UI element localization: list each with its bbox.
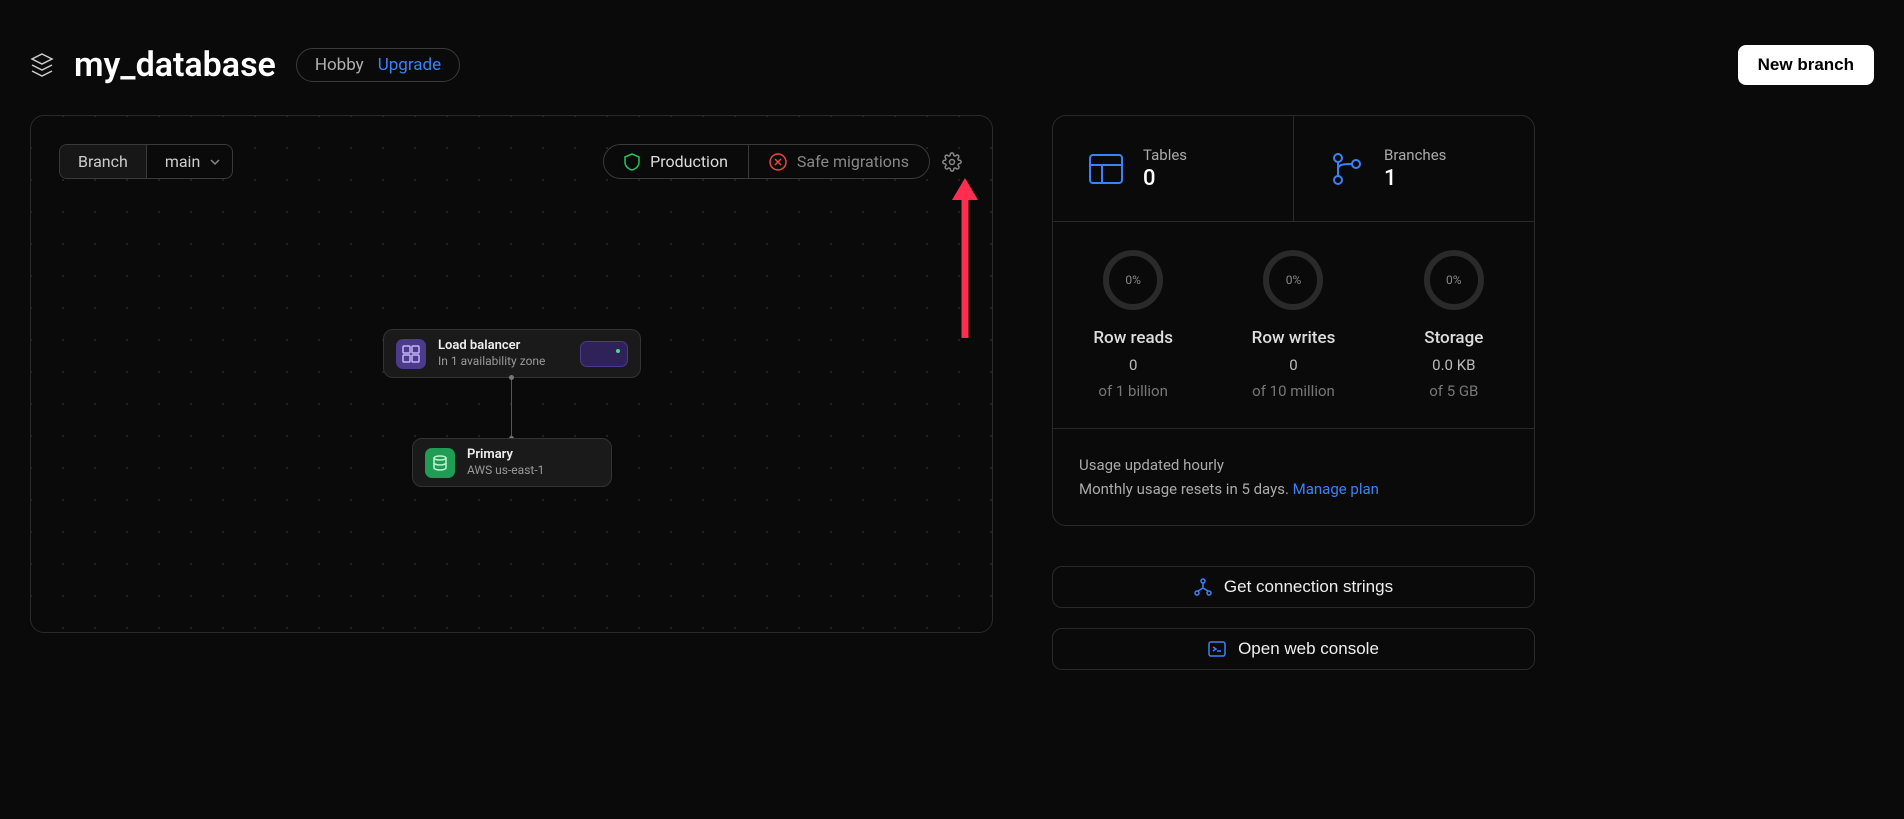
load-balancer-node[interactable]: Load balancer In 1 availability zone	[383, 329, 641, 378]
shield-icon	[624, 153, 640, 171]
lb-subtitle: In 1 availability zone	[438, 354, 545, 369]
plan-pill: Hobby Upgrade	[296, 48, 460, 82]
row-reads-value: 0	[1129, 356, 1137, 374]
tables-icon	[1087, 150, 1125, 188]
lb-text: Load balancer In 1 availability zone	[438, 338, 545, 369]
gear-icon	[942, 152, 962, 172]
manage-plan-link[interactable]: Manage plan	[1293, 480, 1379, 498]
usage-note: Usage updated hourly Monthly usage reset…	[1053, 429, 1534, 525]
row-reads-label: Row reads	[1093, 328, 1173, 348]
row-writes-label: Row writes	[1252, 328, 1336, 348]
row-writes-limit: of 10 million	[1252, 382, 1335, 400]
stats-card: Tables 0 Branches 1 0%	[1052, 115, 1535, 526]
tables-stat[interactable]: Tables 0	[1053, 116, 1293, 221]
row-reads-pct: 0%	[1103, 250, 1163, 310]
usage-line2-prefix: Monthly usage resets in 5 days.	[1079, 480, 1293, 498]
chevron-down-icon	[210, 157, 220, 167]
row-writes-gauge: 0% Row writes 0 of 10 million	[1213, 250, 1373, 400]
tables-label: Tables	[1143, 146, 1187, 164]
node-connector	[511, 378, 512, 438]
status-safe-migrations[interactable]: Safe migrations	[748, 145, 929, 178]
database-stack-icon	[30, 52, 54, 78]
connection-strings-button[interactable]: Get connection strings	[1052, 566, 1535, 608]
page-header: my_database Hobby Upgrade New branch	[30, 0, 1874, 115]
status-production[interactable]: Production	[604, 145, 748, 178]
new-branch-button[interactable]: New branch	[1738, 45, 1874, 85]
status-production-label: Production	[650, 152, 728, 171]
topology-canvas: Branch main Production Safe migrations	[30, 115, 993, 633]
row-writes-pct: 0%	[1263, 250, 1323, 310]
load-balancer-icon	[396, 339, 426, 369]
usage-line2: Monthly usage resets in 5 days. Manage p…	[1079, 477, 1508, 501]
plan-label: Hobby	[315, 55, 364, 75]
row-writes-value: 0	[1289, 356, 1297, 374]
connection-strings-label: Get connection strings	[1224, 577, 1393, 597]
top-stats-row: Tables 0 Branches 1	[1053, 116, 1534, 221]
primary-title: Primary	[467, 447, 544, 463]
storage-value: 0.0 KB	[1432, 356, 1475, 374]
usage-line1: Usage updated hourly	[1079, 453, 1508, 477]
arrow-annotation-icon	[950, 178, 980, 338]
terminal-icon	[1208, 640, 1226, 658]
storage-pct: 0%	[1424, 250, 1484, 310]
branches-value: 1	[1384, 166, 1446, 191]
database-title: my_database	[74, 45, 276, 85]
lb-title: Load balancer	[438, 338, 545, 354]
main-content: Branch main Production Safe migrations	[30, 115, 1874, 670]
toolbar-right: Production Safe migrations	[603, 144, 964, 179]
action-buttons: Get connection strings Open web console	[1052, 566, 1535, 670]
branches-stat[interactable]: Branches 1	[1293, 116, 1534, 221]
web-console-label: Open web console	[1238, 639, 1379, 659]
gauges-row: 0% Row reads 0 of 1 billion 0% Row write…	[1053, 221, 1534, 429]
primary-subtitle: AWS us-east-1	[467, 463, 544, 478]
tables-value: 0	[1143, 166, 1187, 191]
stats-sidebar: Tables 0 Branches 1 0%	[1052, 115, 1535, 670]
status-group: Production Safe migrations	[603, 144, 930, 179]
branches-label: Branches	[1384, 146, 1446, 164]
primary-db-icon	[425, 448, 455, 478]
primary-text: Primary AWS us-east-1	[467, 447, 544, 478]
row-reads-gauge: 0% Row reads 0 of 1 billion	[1053, 250, 1213, 400]
branch-value: main	[165, 152, 200, 171]
storage-limit: of 5 GB	[1429, 382, 1478, 400]
branch-dropdown[interactable]: main	[146, 145, 232, 178]
settings-button[interactable]	[940, 150, 964, 174]
storage-gauge: 0% Storage 0.0 KB of 5 GB	[1374, 250, 1534, 400]
primary-node[interactable]: Primary AWS us-east-1	[412, 438, 612, 487]
storage-label: Storage	[1424, 328, 1483, 348]
branch-label: Branch	[60, 145, 146, 178]
lb-status-indicator	[580, 341, 628, 367]
upgrade-link[interactable]: Upgrade	[378, 55, 441, 75]
x-circle-icon	[769, 153, 787, 171]
network-icon	[1194, 578, 1212, 596]
status-migrations-label: Safe migrations	[797, 152, 909, 171]
header-left: my_database Hobby Upgrade	[30, 45, 460, 85]
web-console-button[interactable]: Open web console	[1052, 628, 1535, 670]
branches-icon	[1328, 150, 1366, 188]
canvas-toolbar: Branch main Production Safe migrations	[59, 144, 964, 179]
row-reads-limit: of 1 billion	[1098, 382, 1168, 400]
branch-selector: Branch main	[59, 144, 233, 179]
